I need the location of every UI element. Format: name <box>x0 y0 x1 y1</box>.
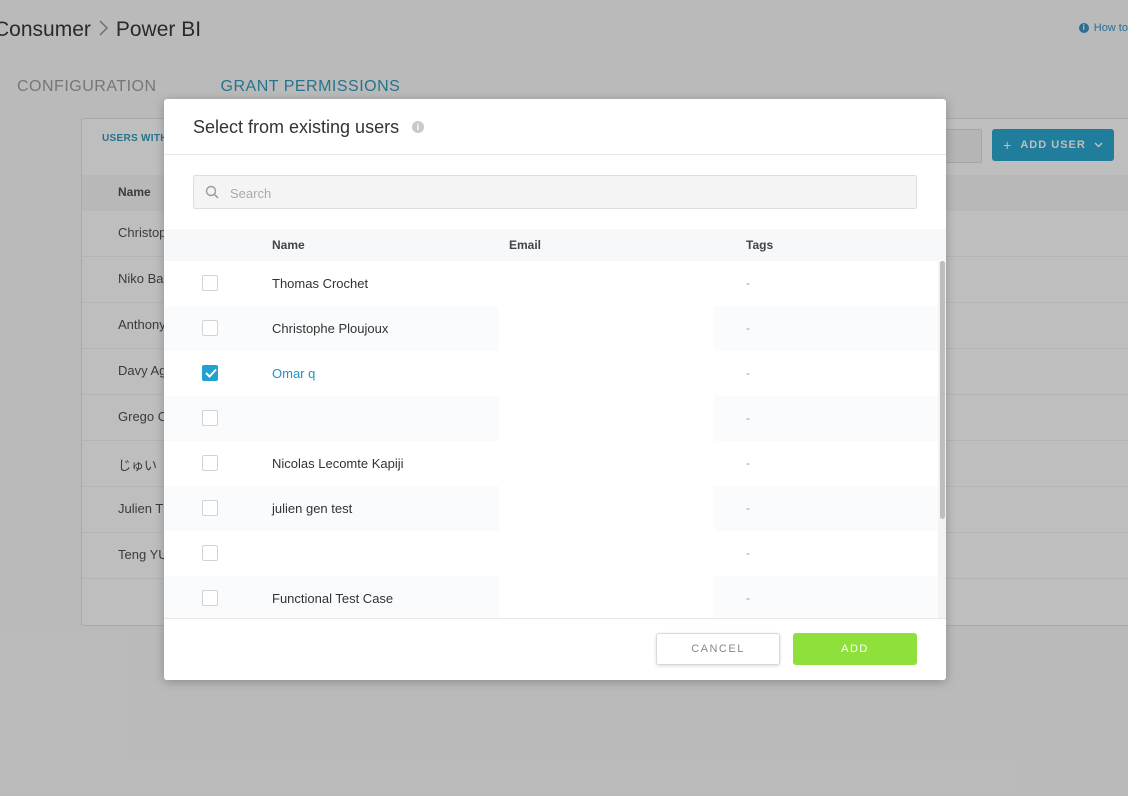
table-row[interactable]: Nicolas Lecomte Kapiji - <box>164 441 946 486</box>
user-tags: - <box>746 501 750 515</box>
info-icon[interactable]: i <box>412 121 424 133</box>
add-button[interactable]: ADD <box>793 633 917 665</box>
row-checkbox[interactable] <box>202 500 218 516</box>
users-table-header: Name Email Tags <box>164 229 946 261</box>
scrollbar[interactable] <box>938 261 946 619</box>
modal-footer: CANCEL ADD <box>164 618 946 680</box>
email-cell <box>499 261 714 306</box>
table-row[interactable]: - <box>164 531 946 576</box>
email-column-header[interactable]: Email <box>509 238 541 252</box>
user-tags: - <box>746 456 750 470</box>
users-table-body: Thomas Crochet - Christophe Ploujoux - O… <box>164 261 946 619</box>
email-cell <box>499 576 714 619</box>
row-checkbox[interactable] <box>202 275 218 291</box>
email-cell <box>499 306 714 351</box>
user-name: Thomas Crochet <box>272 276 369 291</box>
user-tags: - <box>746 366 750 380</box>
checkmark-icon <box>205 368 217 378</box>
select-users-modal: Select from existing users i Name Email … <box>164 99 946 680</box>
table-row[interactable]: Functional Test Case - <box>164 576 946 619</box>
row-checkbox[interactable] <box>202 545 218 561</box>
table-row[interactable]: Thomas Crochet - <box>164 261 946 306</box>
name-column-header[interactable]: Name <box>272 238 305 252</box>
user-name: Omar q <box>272 366 316 381</box>
user-tags: - <box>746 546 750 560</box>
tags-column-header[interactable]: Tags <box>746 238 773 252</box>
scrollbar-thumb[interactable] <box>940 261 945 519</box>
user-tags: - <box>746 591 750 605</box>
table-row[interactable]: julien gen test - <box>164 486 946 531</box>
email-cell <box>499 351 714 396</box>
email-cell <box>499 441 714 486</box>
user-tags: - <box>746 321 750 335</box>
row-checkbox[interactable] <box>202 455 218 471</box>
table-row[interactable]: - <box>164 396 946 441</box>
user-name: Christophe Ploujoux <box>272 321 389 336</box>
search-field[interactable] <box>193 175 917 210</box>
table-row[interactable]: Omar q - <box>164 351 946 396</box>
user-name: Functional Test Case <box>272 591 394 606</box>
user-tags: - <box>746 276 750 290</box>
user-name: Nicolas Lecomte Kapiji <box>272 456 404 471</box>
row-checkbox[interactable] <box>202 590 218 606</box>
modal-header: Select from existing users i <box>164 99 946 155</box>
search-input[interactable] <box>228 176 912 210</box>
user-tags: - <box>746 411 750 425</box>
email-cell <box>499 531 714 576</box>
row-checkbox[interactable] <box>202 320 218 336</box>
row-checkbox[interactable] <box>202 410 218 426</box>
modal-title: Select from existing users <box>193 117 400 137</box>
user-name: julien gen test <box>272 501 353 516</box>
email-cell <box>499 486 714 531</box>
search-icon <box>205 185 219 199</box>
email-cell <box>499 396 714 441</box>
cancel-button[interactable]: CANCEL <box>656 633 780 665</box>
row-checkbox-checked[interactable] <box>202 365 218 381</box>
table-row[interactable]: Christophe Ploujoux - <box>164 306 946 351</box>
